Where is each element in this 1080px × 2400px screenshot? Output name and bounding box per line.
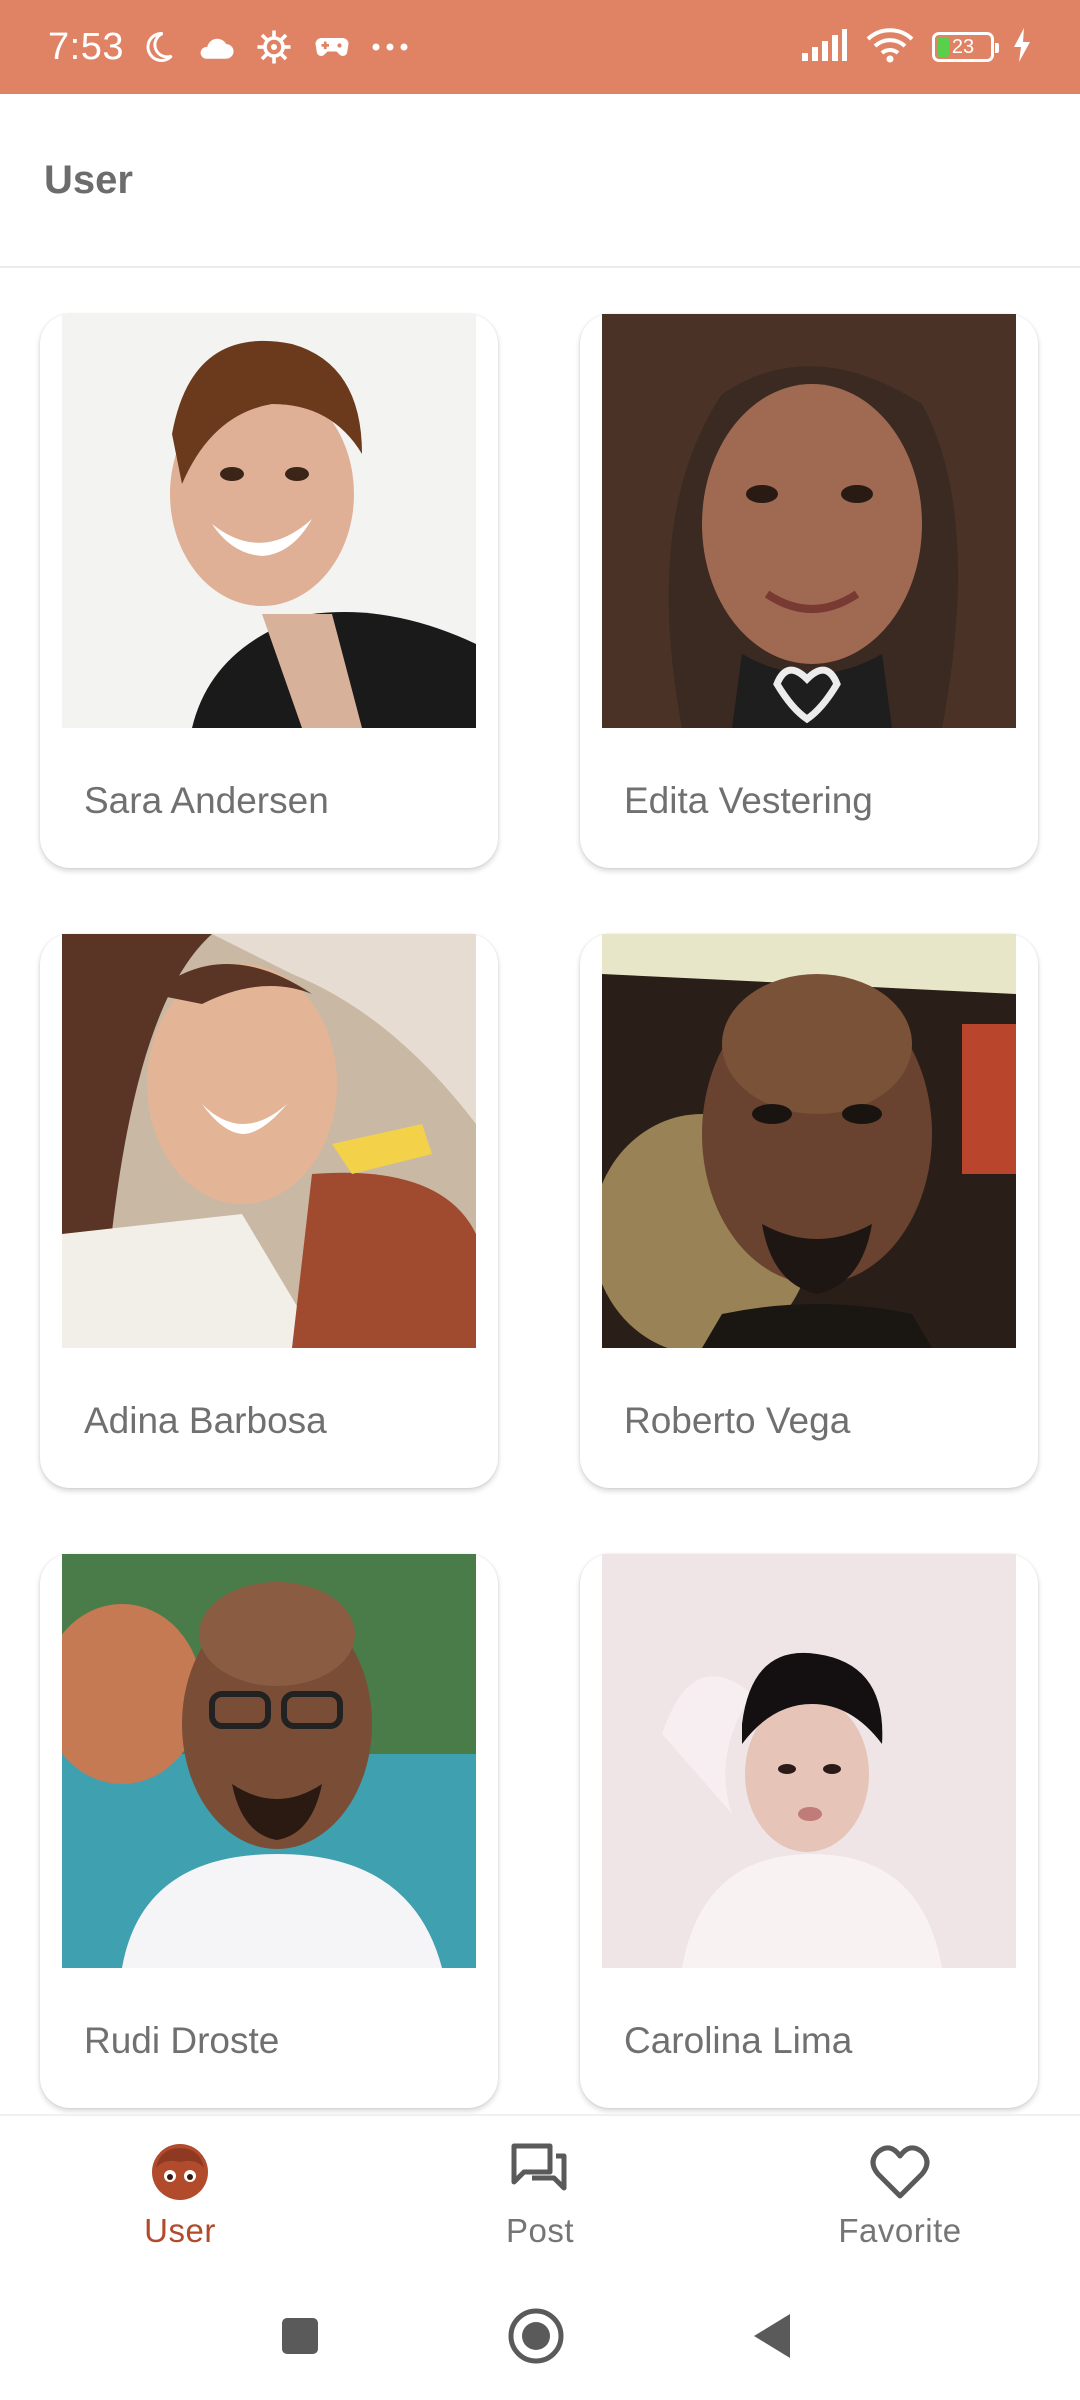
- bottom-navigation: User Post Favorite: [0, 2114, 1080, 2274]
- user-grid: Sara Andersen Edita Vestering Adina Barb…: [0, 268, 1080, 2114]
- gamepad-icon: [312, 27, 352, 67]
- settings-icon: [254, 27, 294, 67]
- user-card[interactable]: Adina Barbosa: [40, 934, 498, 1488]
- nav-item-post[interactable]: Post: [360, 2116, 720, 2274]
- battery-level: 23: [951, 36, 975, 58]
- cloud-icon: [196, 27, 236, 67]
- user-avatar-photo: [62, 314, 476, 728]
- screen: 7:53 23 User Sara Andersen Edita Vesteri…: [0, 0, 1080, 2400]
- status-bar: 7:53 23: [0, 0, 1080, 94]
- back-triangle-icon[interactable]: [740, 2304, 804, 2368]
- user-name: Rudi Droste: [84, 2020, 280, 2061]
- user-name: Sara Andersen: [84, 780, 329, 821]
- more-dots-icon: [370, 27, 410, 67]
- nav-label-post: Post: [505, 2212, 575, 2249]
- user-card[interactable]: Carolina Lima: [580, 1554, 1038, 2108]
- nav-label-favorite: Favorite: [838, 2212, 962, 2249]
- heart-outline-icon: [868, 2140, 932, 2204]
- system-navigation-bar: [0, 2274, 1080, 2400]
- home-circle-icon[interactable]: [504, 2304, 568, 2368]
- battery-fill: [937, 37, 949, 57]
- user-avatar-photo: [602, 314, 1016, 728]
- page-title: User: [44, 157, 133, 202]
- user-avatar-photo: [602, 934, 1016, 1348]
- user-card[interactable]: Rudi Droste: [40, 1554, 498, 2108]
- moon-icon: [138, 27, 178, 67]
- nav-item-user[interactable]: User: [0, 2116, 360, 2274]
- user-name: Edita Vestering: [624, 780, 873, 821]
- battery-icon: 23: [932, 32, 999, 62]
- nav-label-user: User: [144, 2212, 216, 2249]
- user-face-icon: [148, 2140, 212, 2204]
- chat-bubbles-icon: [508, 2140, 572, 2204]
- status-right-icons: 23: [800, 27, 1032, 68]
- user-name: Roberto Vega: [624, 1400, 851, 1441]
- signal-icon: [800, 28, 848, 66]
- status-time: 7:53: [48, 25, 124, 68]
- charging-icon: [1012, 27, 1032, 67]
- user-avatar-photo: [602, 1554, 1016, 1968]
- user-name: Carolina Lima: [624, 2020, 853, 2061]
- wifi-icon: [866, 27, 914, 68]
- recents-square-icon[interactable]: [268, 2304, 332, 2368]
- user-card[interactable]: Roberto Vega: [580, 934, 1038, 1488]
- user-name: Adina Barbosa: [84, 1400, 327, 1441]
- status-left-icons: [138, 27, 410, 67]
- user-avatar-photo: [62, 934, 476, 1348]
- user-card[interactable]: Edita Vestering: [580, 314, 1038, 868]
- user-avatar-photo: [62, 1554, 476, 1968]
- app-bar: User: [0, 94, 1080, 268]
- nav-item-favorite[interactable]: Favorite: [720, 2116, 1080, 2274]
- user-card[interactable]: Sara Andersen: [40, 314, 498, 868]
